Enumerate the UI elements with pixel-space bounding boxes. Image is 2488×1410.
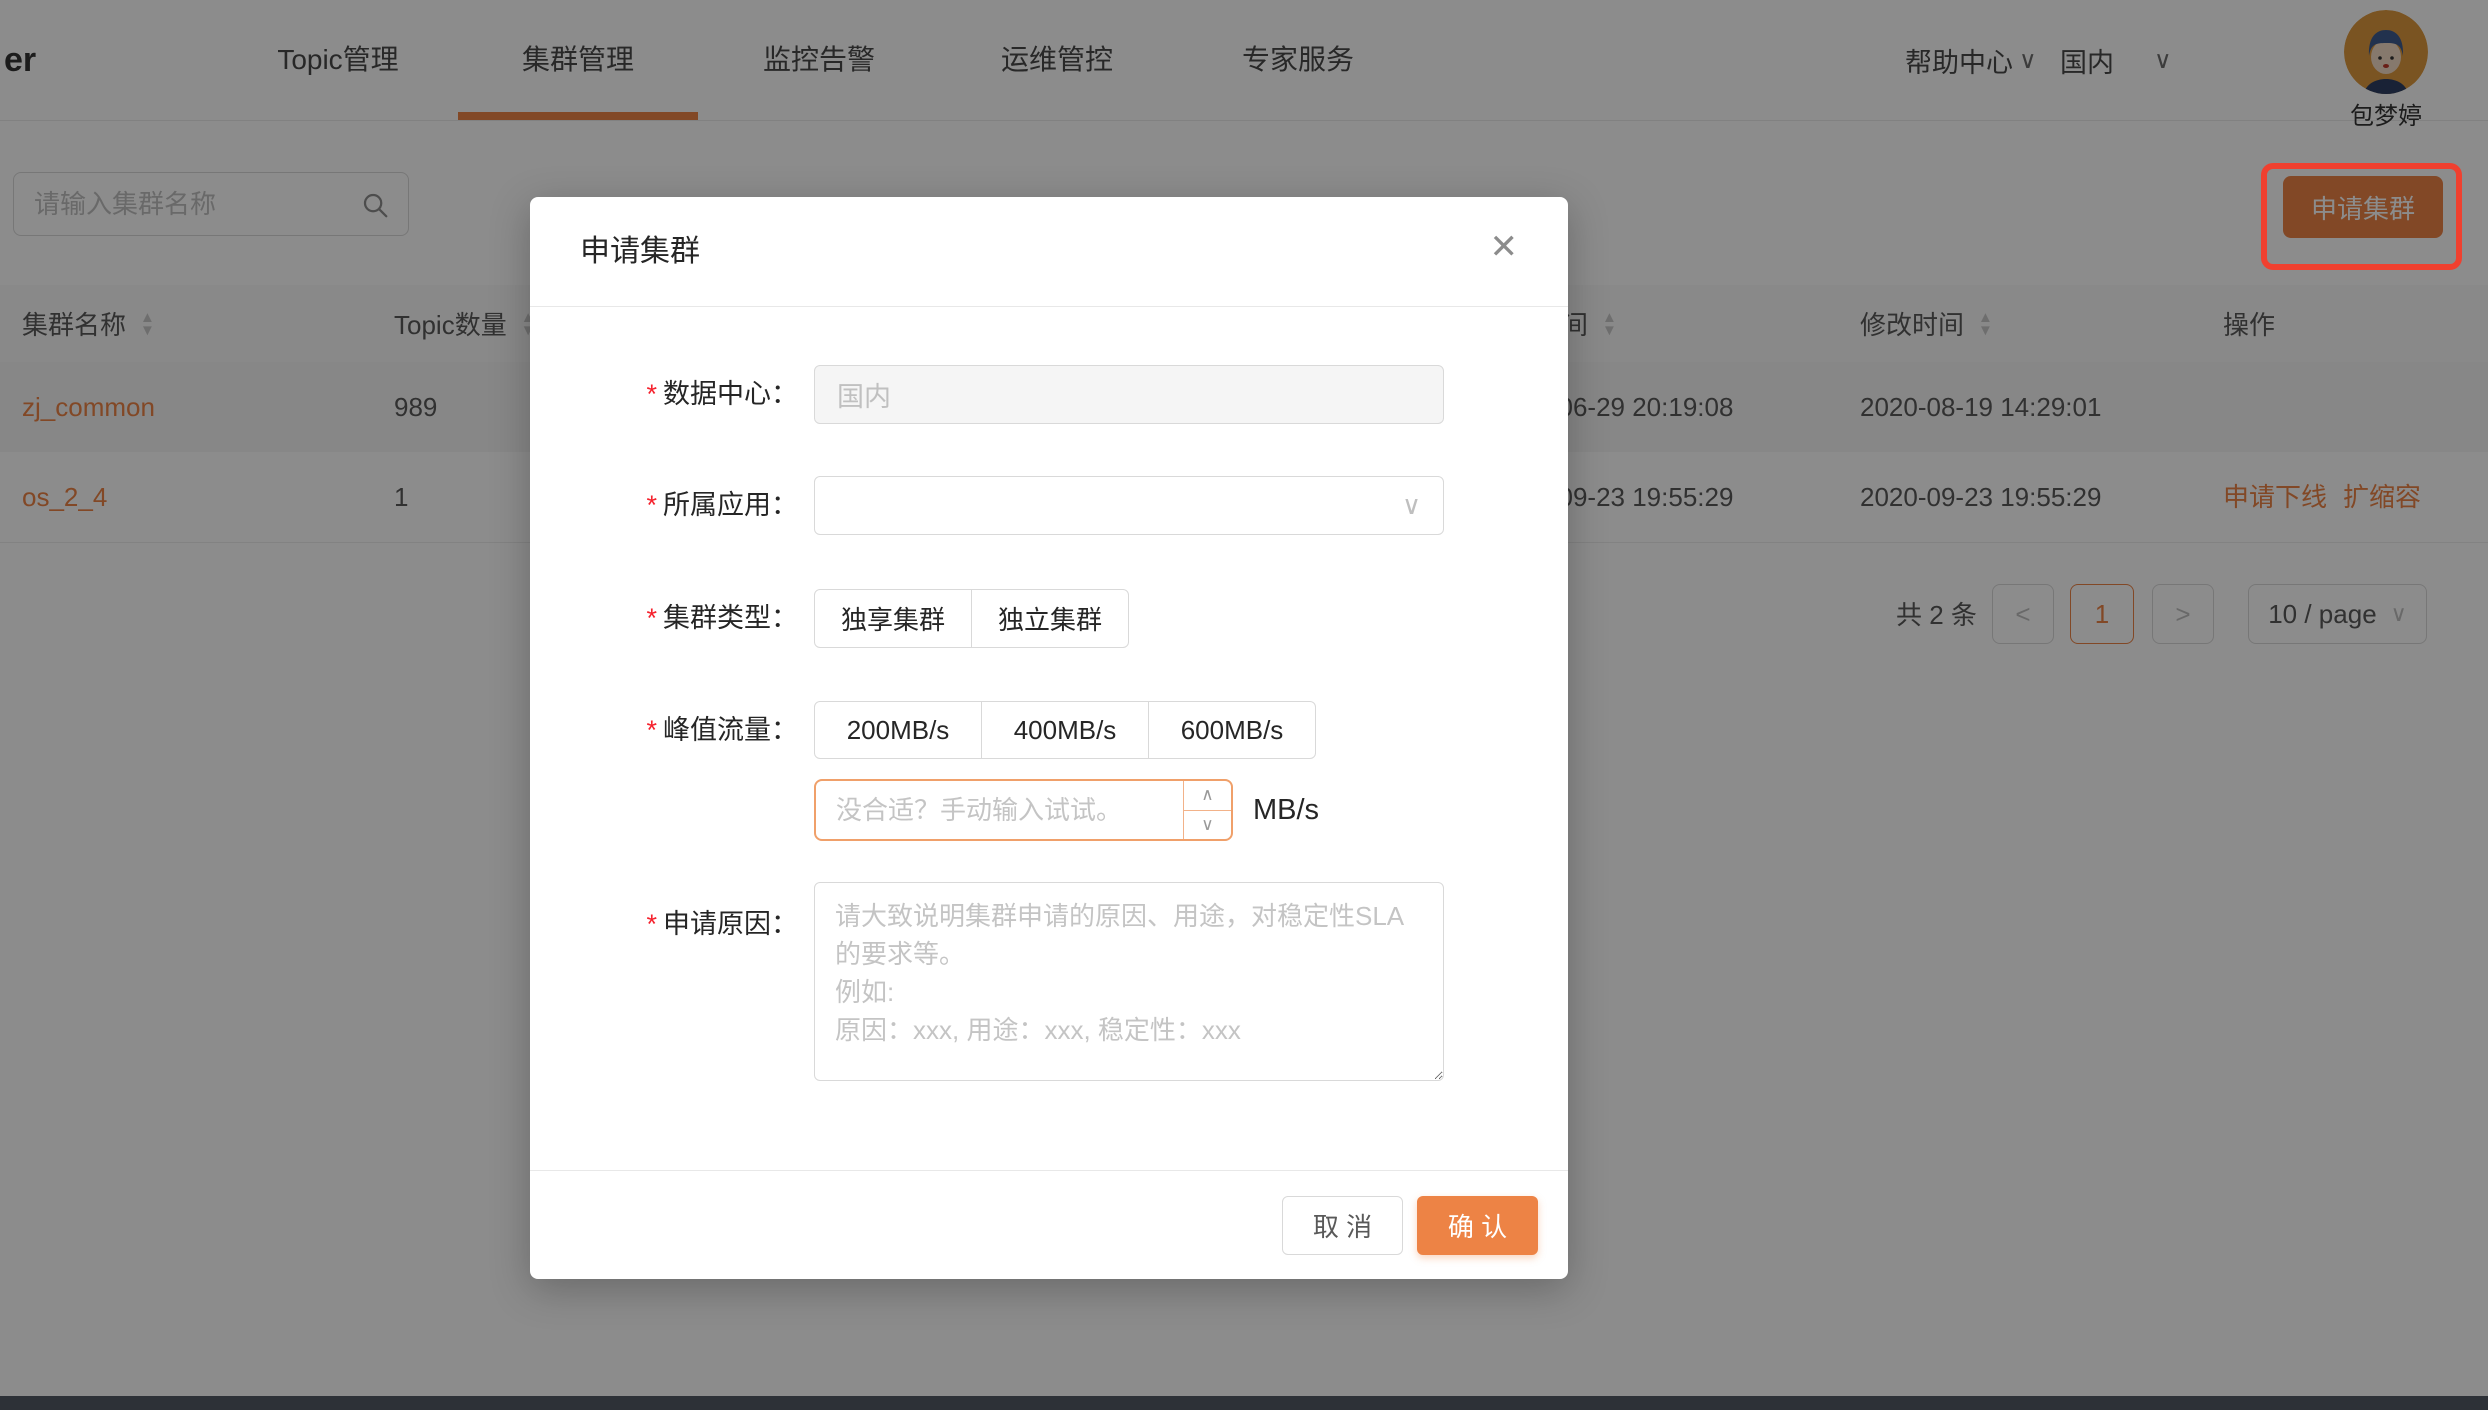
custom-traffic-input[interactable]: [816, 781, 1166, 839]
peak-traffic-label: * 峰值流量：: [646, 715, 798, 745]
custom-traffic-field: ∧ ∨: [814, 779, 1233, 841]
required-mark: *: [646, 909, 657, 939]
modal-header: 申请集群 ✕: [530, 197, 1568, 307]
stepper-up-icon[interactable]: ∧: [1184, 781, 1231, 811]
traffic-600-button[interactable]: 600MB/s: [1148, 701, 1316, 759]
required-mark: *: [646, 715, 657, 745]
number-stepper: ∧ ∨: [1183, 781, 1231, 839]
peak-traffic-group: 200MB/s 400MB/s 600MB/s: [814, 701, 1316, 759]
app-select[interactable]: ∨: [814, 476, 1444, 535]
modal-title: 申请集群: [580, 235, 700, 268]
apply-cluster-modal: 申请集群 ✕ *数据中心： *所属应用： ∨ *集群类型： 独享集群 独立集群 …: [530, 197, 1568, 1279]
cluster-type-independent-button[interactable]: 独立集群: [971, 589, 1129, 648]
app-label: * 所属应用：: [646, 490, 798, 520]
required-mark: *: [646, 603, 657, 633]
cluster-type-label: * 集群类型：: [646, 603, 798, 633]
close-icon[interactable]: ✕: [1484, 229, 1525, 265]
cancel-button[interactable]: 取 消: [1282, 1196, 1403, 1255]
chevron-down-icon: ∨: [1401, 490, 1421, 520]
reason-textarea[interactable]: [814, 882, 1444, 1081]
cluster-type-group: 独享集群 独立集群: [814, 589, 1129, 648]
app-screen: er Topic管理 集群管理 监控告警 运维管控 专家服务 帮助中心 ∨ 国内…: [0, 0, 2488, 1410]
traffic-400-button[interactable]: 400MB/s: [981, 701, 1149, 759]
required-mark: *: [646, 379, 657, 409]
confirm-button[interactable]: 确 认: [1417, 1196, 1538, 1255]
cluster-type-exclusive-button[interactable]: 独享集群: [814, 589, 972, 648]
stepper-down-icon[interactable]: ∨: [1184, 811, 1231, 840]
traffic-200-button[interactable]: 200MB/s: [814, 701, 982, 759]
datacenter-input: [814, 365, 1444, 424]
required-mark: *: [646, 490, 657, 520]
datacenter-label: * 数据中心：: [646, 379, 798, 409]
reason-label: * 申请原因：: [646, 909, 798, 939]
modal-footer: 取 消 确 认: [530, 1170, 1568, 1280]
traffic-unit-label: MB/s: [1253, 794, 1320, 826]
